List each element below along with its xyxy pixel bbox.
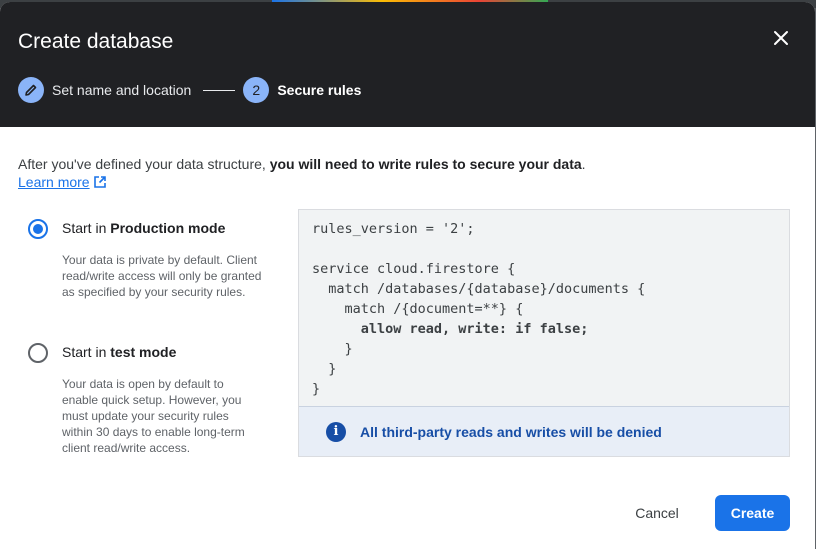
code-line: match /databases/{database}/documents { (312, 281, 646, 297)
code-line: match /{document=**} { (312, 301, 524, 317)
code-line: } (312, 381, 321, 397)
close-icon (774, 31, 788, 45)
stepper: Set name and location 2 Secure rules (18, 77, 361, 103)
dialog-title: Create database (18, 30, 174, 53)
code-line: } (312, 341, 353, 357)
code-line: rules_version = '2'; (312, 221, 475, 237)
code-line: service cloud.firestore { (312, 261, 516, 277)
security-rules-panel: rules_version = '2'; service cloud.fires… (298, 209, 790, 457)
cancel-button[interactable]: Cancel (624, 495, 690, 531)
info-icon: i (326, 421, 346, 442)
code-line: } (312, 361, 337, 377)
learn-more-label: Learn more (18, 174, 90, 190)
close-button[interactable] (769, 26, 793, 50)
step-connector (203, 89, 236, 91)
code-line: allow read, write: if false; (312, 321, 589, 337)
open-in-new-icon (93, 176, 106, 188)
test-mode-radio[interactable] (28, 343, 48, 363)
production-mode-description: Your data is private by default. Client … (62, 253, 262, 299)
rules-code: rules_version = '2'; service cloud.fires… (299, 210, 789, 399)
production-mode-title: Start in Production mode (62, 220, 226, 236)
learn-more-link[interactable]: Learn more (18, 174, 107, 190)
step-1-indicator (18, 77, 44, 103)
test-mode-title: Start in test mode (62, 344, 177, 360)
intro-emphasis: you will need to write rules to secure y… (269, 156, 582, 172)
production-mode-radio[interactable] (28, 219, 48, 239)
step-2-label: Secure rules (277, 82, 362, 98)
create-button[interactable]: Create (715, 495, 790, 531)
test-mode-description: Your data is open by default to enable q… (62, 377, 245, 455)
intro-text: After you've defined your data structure… (18, 156, 586, 172)
pencil-icon (25, 84, 37, 96)
step-1-label: Set name and location (52, 82, 192, 98)
step-2-indicator: 2 (243, 77, 270, 103)
rules-info-text: All third-party reads and writes will be… (360, 423, 662, 440)
rules-info-bar: i All third-party reads and writes will … (299, 406, 789, 456)
dialog-header: Create database Set name and location 2 … (0, 2, 815, 127)
create-database-dialog: Create database Set name and location 2 … (0, 2, 815, 549)
